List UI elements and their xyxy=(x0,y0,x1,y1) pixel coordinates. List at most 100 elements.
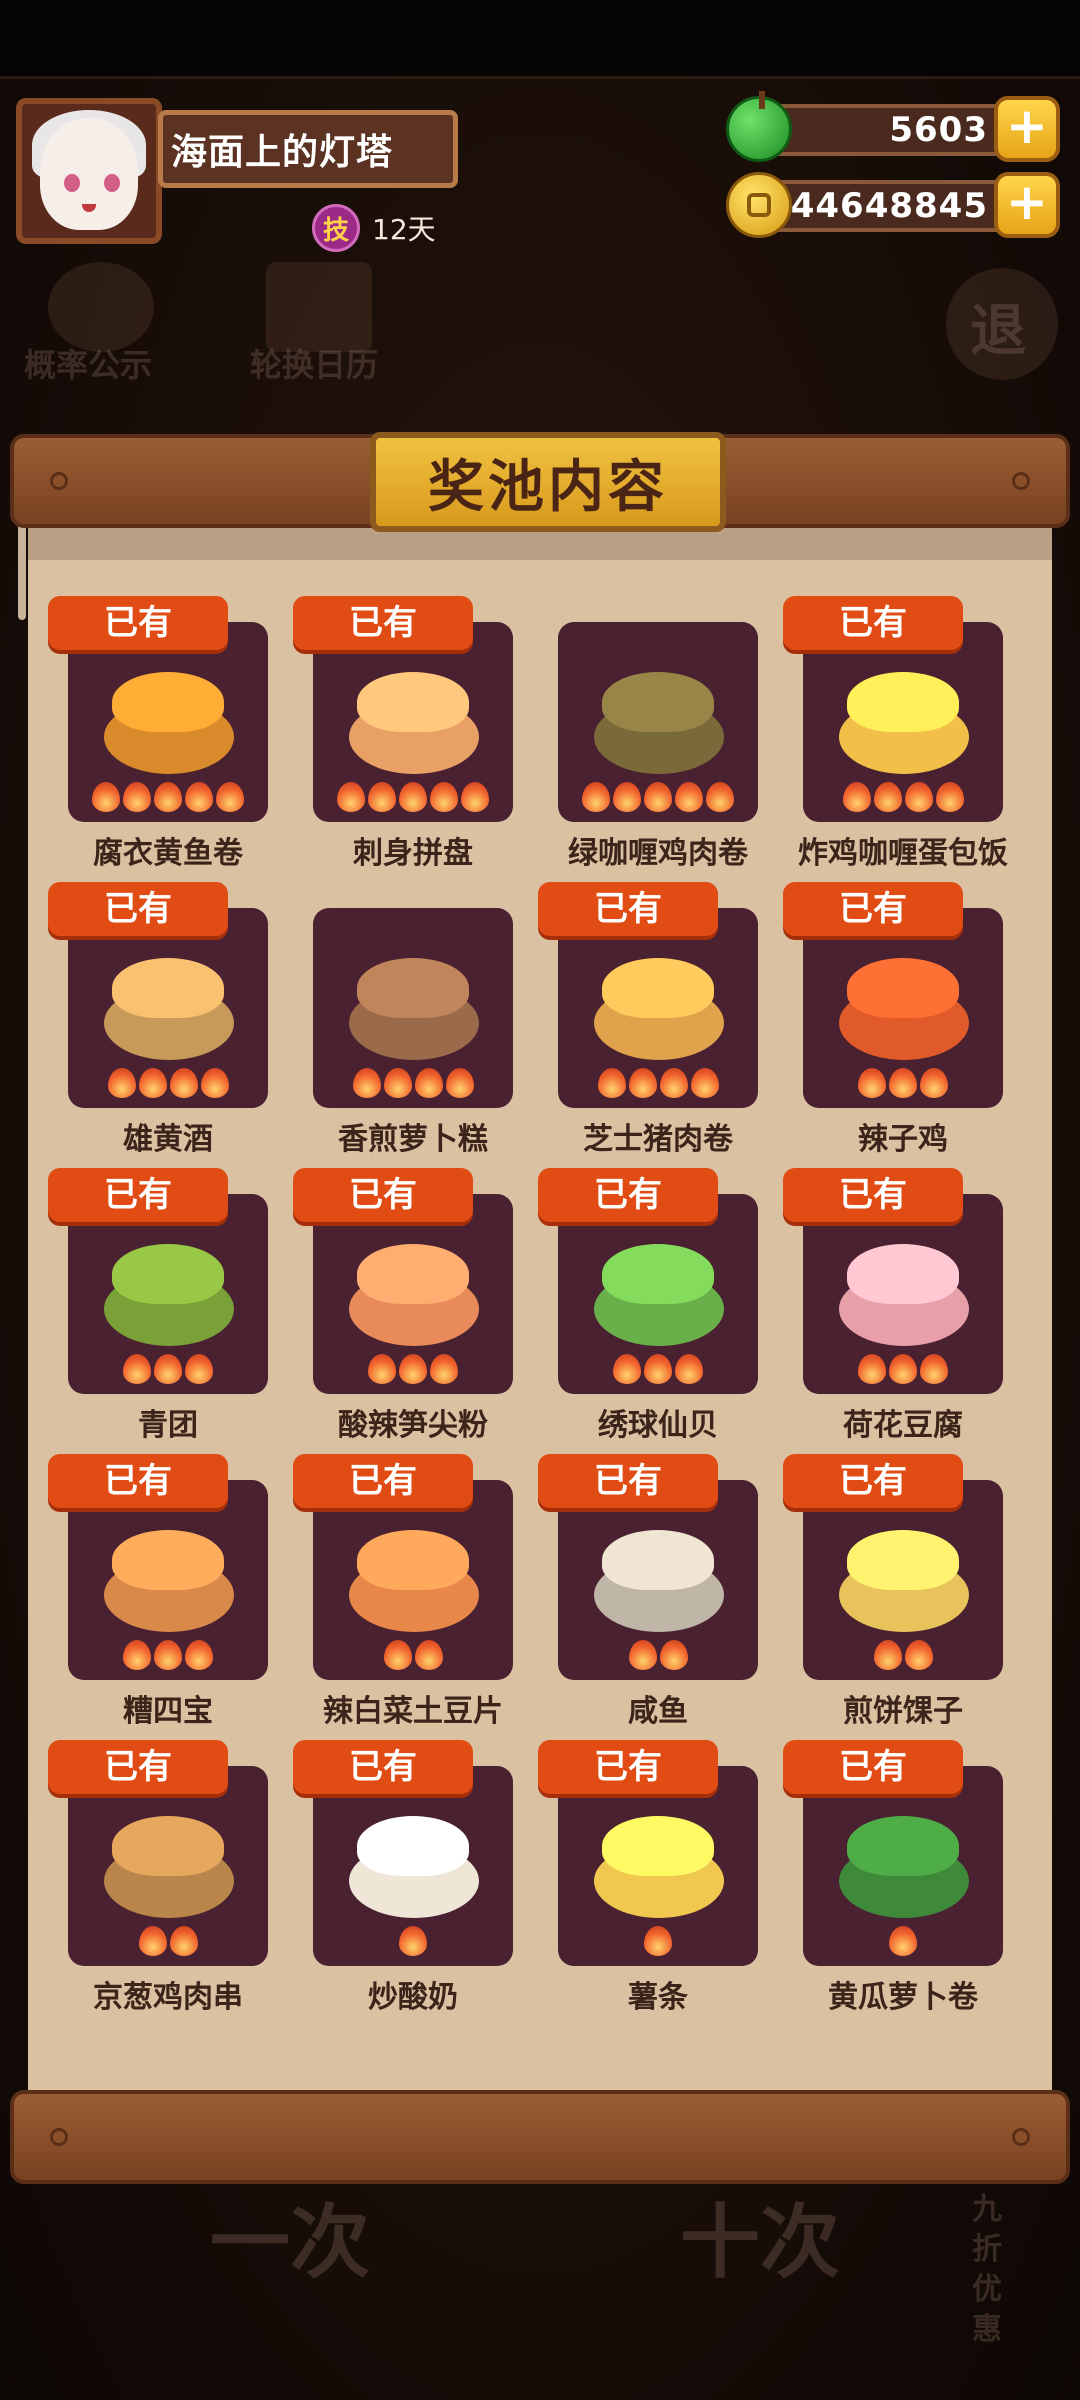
prize-item[interactable]: 已有煎饼馃子 xyxy=(781,1454,1021,1754)
flame-icon xyxy=(185,1640,213,1670)
dish-card xyxy=(68,1766,268,1966)
prize-item[interactable]: 已有 糟四宝 xyxy=(46,1454,286,1754)
dish-name: 绿咖喱鸡肉卷 xyxy=(568,836,748,871)
dish-card xyxy=(558,908,758,1108)
player-name-plate[interactable]: 海面上的灯塔 xyxy=(158,110,458,188)
prize-item[interactable]: 已有 辣白菜土豆片 xyxy=(291,1454,531,1754)
flame-icon xyxy=(904,782,933,812)
rarity-flames xyxy=(313,1354,513,1384)
flame-icon xyxy=(873,782,902,812)
flame-icon xyxy=(659,1640,688,1670)
dish-card xyxy=(313,1194,513,1394)
dish-icon xyxy=(594,1558,724,1632)
dish-name: 薯条 xyxy=(628,1980,688,2015)
prize-item[interactable]: 已有 炸鸡咖喱蛋包饭 xyxy=(781,596,1021,896)
prize-item[interactable]: 已有 黄瓜萝卜卷 xyxy=(781,1740,1021,2040)
dish-name: 辣子鸡 xyxy=(858,1122,948,1157)
dish-icon xyxy=(594,986,724,1060)
flame-icon xyxy=(200,1068,229,1098)
flame-icon xyxy=(706,782,734,812)
flame-icon xyxy=(582,782,610,812)
divider xyxy=(0,76,1080,79)
prize-item[interactable]: 已有 京葱鸡肉串 xyxy=(46,1740,286,2040)
owned-badge: 已有 xyxy=(783,1454,963,1508)
status-bar xyxy=(0,0,1080,78)
prize-item[interactable]: 已有 雄黄酒 xyxy=(46,882,286,1182)
rarity-flames xyxy=(68,1354,268,1384)
dish-name: 咸鱼 xyxy=(628,1694,688,1729)
flame-icon xyxy=(461,782,489,812)
flame-icon xyxy=(337,782,365,812)
dish-card xyxy=(313,908,513,1108)
probability-label[interactable]: 概率公示 xyxy=(24,340,152,386)
dish-icon xyxy=(104,1558,234,1632)
dish-icon xyxy=(104,986,234,1060)
add-apple-button[interactable]: + xyxy=(994,96,1060,162)
flame-icon xyxy=(858,1354,886,1384)
dish-name: 煎饼馃子 xyxy=(843,1694,963,1729)
rarity-flames xyxy=(68,1068,268,1098)
modal-title-plate: 奖池内容 xyxy=(370,432,726,532)
flame-icon xyxy=(123,1354,151,1384)
owned-badge: 已有 xyxy=(783,1168,963,1222)
dish-icon xyxy=(839,1272,969,1346)
dish-name: 京葱鸡肉串 xyxy=(93,1980,243,2015)
flame-icon xyxy=(644,782,672,812)
ten-draw-label[interactable]: 十次 xyxy=(680,2178,840,2294)
apple-currency: 5603 + xyxy=(726,91,1060,162)
skill-status[interactable]: 技 12天 xyxy=(312,204,436,252)
prize-item[interactable]: 已有 腐衣黄鱼卷 xyxy=(46,596,286,896)
flame-icon xyxy=(904,1640,933,1670)
prize-item[interactable]: 香煎萝卜糕 xyxy=(291,882,531,1182)
prize-item[interactable]: 已有 芝士猪肉卷 xyxy=(536,882,776,1182)
flame-icon xyxy=(216,782,244,812)
prize-item[interactable]: 已有荷花豆腐 xyxy=(781,1168,1021,1468)
flame-icon xyxy=(185,1354,213,1384)
prize-item[interactable]: 已有 酸辣笋尖粉 xyxy=(291,1168,531,1468)
add-coin-button[interactable]: + xyxy=(994,172,1060,238)
owned-badge: 已有 xyxy=(538,1168,718,1222)
prize-item[interactable]: 已有 青团 xyxy=(46,1168,286,1468)
nail-icon xyxy=(1012,472,1030,490)
flame-icon xyxy=(414,1640,443,1670)
discount-label: 九折优惠 xyxy=(972,2192,1002,2347)
rarity-flames xyxy=(68,1926,268,1956)
flame-icon xyxy=(399,1926,427,1956)
rarity-flames xyxy=(803,1640,1003,1670)
owned-badge: 已有 xyxy=(783,596,963,650)
owned-badge: 已有 xyxy=(293,1168,473,1222)
avatar[interactable] xyxy=(16,98,162,244)
prize-item[interactable]: 已有 绣球仙贝 xyxy=(536,1168,776,1468)
flame-icon xyxy=(920,1354,948,1384)
dish-icon xyxy=(839,986,969,1060)
dish-card xyxy=(803,1480,1003,1680)
prize-item[interactable]: 已有 刺身拼盘 xyxy=(291,596,531,896)
calendar-label[interactable]: 轮换日历 xyxy=(250,340,378,386)
flame-icon xyxy=(613,782,641,812)
rarity-flames xyxy=(68,782,268,812)
dish-card xyxy=(68,1480,268,1680)
nail-icon xyxy=(50,2128,68,2146)
flame-icon xyxy=(154,1354,182,1384)
single-draw-label[interactable]: 一次 xyxy=(210,2178,370,2294)
flame-icon xyxy=(889,1068,917,1098)
dish-name: 糟四宝 xyxy=(123,1694,213,1729)
dish-name: 荷花豆腐 xyxy=(843,1408,963,1443)
nail-icon xyxy=(1012,2128,1030,2146)
prize-item[interactable]: 已有 炒酸奶 xyxy=(291,1740,531,2040)
apple-count: 5603 xyxy=(889,110,988,150)
prize-item[interactable]: 已有 薯条 xyxy=(536,1740,776,2040)
prize-item[interactable]: 已有咸鱼 xyxy=(536,1454,776,1754)
prize-item[interactable]: 已有 辣子鸡 xyxy=(781,882,1021,1182)
flame-icon xyxy=(169,1068,198,1098)
dish-icon xyxy=(349,1844,479,1918)
owned-badge: 已有 xyxy=(538,1454,718,1508)
rarity-flames xyxy=(68,1640,268,1670)
owned-badge: 已有 xyxy=(293,596,473,650)
player-name: 海面上的灯塔 xyxy=(171,132,394,173)
flame-icon xyxy=(644,1926,672,1956)
prize-item[interactable]: 绿咖喱鸡肉卷 xyxy=(536,596,776,896)
probability-icon xyxy=(48,262,154,352)
flame-icon xyxy=(858,1068,886,1098)
green-apple-icon xyxy=(726,91,792,162)
